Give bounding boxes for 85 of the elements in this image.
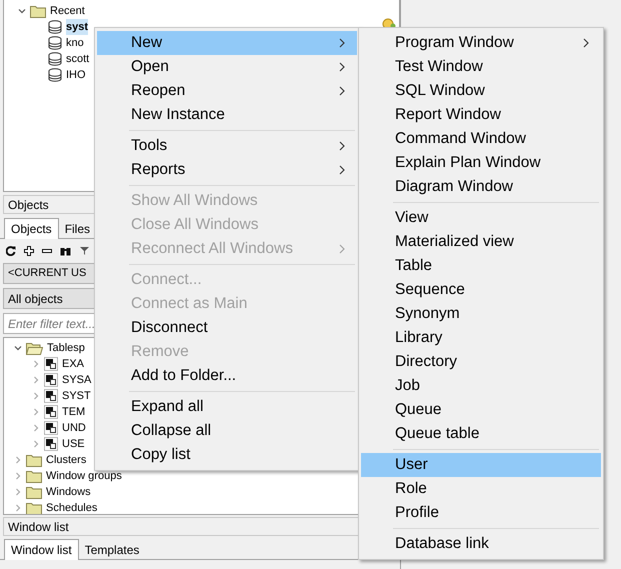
menu-item[interactable]: Synonym	[361, 302, 601, 326]
tree-item[interactable]: Windows	[46, 484, 91, 500]
menu-item[interactable]: Materialized view	[361, 230, 601, 254]
chevron-right-icon[interactable]	[32, 408, 40, 416]
chevron-right-icon[interactable]	[32, 392, 40, 400]
menu-item[interactable]: Explain Plan Window	[361, 151, 601, 175]
menu-item[interactable]: Database link	[361, 532, 601, 556]
folder-icon	[26, 454, 42, 466]
tree-item[interactable]: EXA	[62, 356, 84, 372]
tree-item[interactable]: Window groups	[46, 468, 122, 484]
tree-item[interactable]: TEM	[62, 404, 86, 420]
menu-item[interactable]: Directory	[361, 350, 601, 374]
tab[interactable]: Objects	[4, 218, 59, 239]
menu-item[interactable]: Test Window	[361, 55, 601, 79]
chevron-right-icon[interactable]	[32, 440, 40, 448]
menu-item[interactable]: Add to Folder...	[97, 364, 357, 388]
menu-item[interactable]: Library	[361, 326, 601, 350]
tree-item[interactable]: USE	[62, 436, 85, 452]
menu-item[interactable]: Disconnect	[97, 316, 357, 340]
tree-item[interactable]: syst	[66, 19, 88, 35]
folder-icon	[26, 502, 42, 514]
open-folder-icon	[26, 342, 43, 354]
plus-icon[interactable]	[24, 246, 34, 256]
menu-item[interactable]: View	[361, 206, 601, 230]
tab[interactable]: Window list	[4, 539, 79, 560]
chevron-down-icon[interactable]	[14, 344, 22, 352]
menu-item[interactable]: Expand all	[97, 395, 357, 419]
menu-item[interactable]: Profile	[361, 501, 601, 525]
menu-item[interactable]: Table	[361, 254, 601, 278]
menu-item[interactable]: Queue	[361, 398, 601, 422]
tree-item[interactable]: scott	[66, 51, 90, 67]
menu-item[interactable]: Role	[361, 477, 601, 501]
menu-item[interactable]: Collapse all	[97, 419, 357, 443]
tablespace-icon	[44, 437, 58, 451]
menu-item[interactable]: User	[361, 453, 601, 477]
tree-item[interactable]: IHO	[66, 67, 86, 83]
menu-item[interactable]: Reopen	[97, 79, 357, 103]
refresh-icon[interactable]	[6, 246, 16, 256]
tablespace-icon	[44, 357, 58, 371]
tree-item[interactable]: Schedules	[46, 500, 98, 514]
menu-item[interactable]: SQL Window	[361, 79, 601, 103]
tree-item[interactable]: SYST	[62, 388, 91, 404]
tree-item[interactable]: Recent	[50, 3, 85, 19]
database-icon	[48, 20, 62, 34]
menu-item[interactable]: Diagram Window	[361, 175, 601, 199]
menu-item[interactable]: Program Window	[361, 31, 601, 55]
menu-item[interactable]: Tools	[97, 134, 357, 158]
menu-item[interactable]: Reports	[97, 158, 357, 182]
tree-item[interactable]: SYSA	[62, 372, 92, 388]
database-icon	[48, 68, 62, 82]
filter-icon[interactable]	[79, 246, 90, 256]
tab[interactable]: Files	[58, 220, 96, 238]
chevron-down-icon[interactable]	[18, 7, 26, 15]
panel-title: Window list	[8, 518, 69, 536]
menu-item[interactable]: Queue table	[361, 422, 601, 446]
tablespace-icon	[44, 373, 58, 387]
tablespace-icon	[44, 421, 58, 435]
tree-item[interactable]: UND	[62, 420, 86, 436]
chevron-right-icon[interactable]	[14, 488, 22, 496]
database-icon	[48, 36, 62, 50]
menu-item[interactable]: Open	[97, 55, 357, 79]
tablespace-icon	[44, 405, 58, 419]
chevron-right-icon[interactable]	[14, 456, 22, 464]
menu-item[interactable]: Report Window	[361, 103, 601, 127]
menu-item[interactable]: Job	[361, 374, 601, 398]
folder-icon	[26, 486, 42, 498]
folder-icon	[26, 470, 42, 482]
menu-item[interactable]: New	[97, 31, 357, 55]
chevron-right-icon[interactable]	[32, 376, 40, 384]
chevron-right-icon[interactable]	[32, 424, 40, 432]
tree-item[interactable]: Tablesp	[47, 340, 85, 356]
database-icon	[48, 52, 62, 66]
folder-icon	[30, 4, 46, 18]
chevron-right-icon[interactable]	[32, 360, 40, 368]
menu-item[interactable]: Sequence	[361, 278, 601, 302]
menu-item[interactable]: Copy list	[97, 443, 357, 467]
tree-item[interactable]: kno	[66, 35, 84, 51]
chevron-right-icon[interactable]	[14, 504, 22, 512]
tablespace-icon	[44, 389, 58, 403]
tab[interactable]: Templates	[78, 541, 146, 559]
panel-title: Objects	[8, 196, 49, 214]
menu-item[interactable]: New Instance	[97, 103, 357, 127]
chevron-right-icon[interactable]	[14, 472, 22, 480]
tree-item[interactable]: Clusters	[46, 452, 86, 468]
menu-item[interactable]: Command Window	[361, 127, 601, 151]
